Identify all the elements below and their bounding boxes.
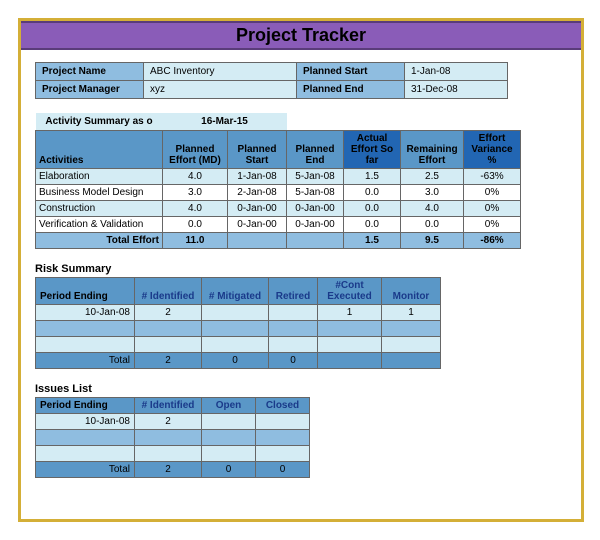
risk-row [36,321,441,337]
project-manager-value: xyz [144,81,297,99]
content-area: Project Name ABC Inventory Planned Start… [21,50,581,490]
tracker-document: Project Tracker Project Name ABC Invento… [18,18,584,522]
title-bar: Project Tracker [21,21,581,50]
project-info-table: Project Name ABC Inventory Planned Start… [35,62,508,99]
activity-asof-date: 16-Mar-15 [163,113,287,131]
col-cont-executed: #Cont Executed [318,278,382,305]
project-name-value: ABC Inventory [144,63,297,81]
risk-row [36,337,441,353]
col-variance: Effort Variance % [464,131,521,169]
activity-summary-label: Activity Summary as o [36,113,163,131]
col-identified: # Identified [135,278,202,305]
planned-end-label: Planned End [297,81,405,99]
planned-start-value: 1-Jan-08 [405,63,508,81]
risk-row: 10-Jan-08 2 1 1 [36,305,441,321]
page-title: Project Tracker [21,25,581,46]
activity-row: Business Model Design 3.0 2-Jan-08 5-Jan… [36,185,521,201]
col-planned-start: Planned Start [228,131,287,169]
col-identified: # Identified [135,398,202,414]
project-manager-label: Project Manager [36,81,144,99]
planned-start-label: Planned Start [297,63,405,81]
col-remaining: Remaining Effort [401,131,464,169]
col-planned-effort: Planned Effort (MD) [163,131,228,169]
col-actual-effort: Actual Effort So far [344,131,401,169]
col-closed: Closed [256,398,310,414]
issues-row [36,430,310,446]
activity-row: Construction 4.0 0-Jan-00 0-Jan-00 0.0 4… [36,201,521,217]
issues-row: 10-Jan-08 2 [36,414,310,430]
issues-row [36,446,310,462]
activity-summary-table: Activity Summary as o 16-Mar-15 Activiti… [35,113,521,249]
risk-total-row: Total 2 0 0 [36,353,441,369]
risk-summary-table: Period Ending # Identified # Mitigated R… [35,277,441,369]
col-monitor: Monitor [382,278,441,305]
col-period: Period Ending [36,278,135,305]
issues-total-row: Total 2 0 0 [36,462,310,478]
issues-list-table: Period Ending # Identified Open Closed 1… [35,397,310,478]
activity-row: Verification & Validation 0.0 0-Jan-00 0… [36,217,521,233]
issues-list-label: Issues List [35,383,567,395]
col-mitigated: # Mitigated [202,278,269,305]
col-open: Open [202,398,256,414]
activity-row: Elaboration 4.0 1-Jan-08 5-Jan-08 1.5 2.… [36,169,521,185]
planned-end-value: 31-Dec-08 [405,81,508,99]
col-retired: Retired [269,278,318,305]
col-activities: Activities [36,131,163,169]
project-name-label: Project Name [36,63,144,81]
col-period: Period Ending [36,398,135,414]
activity-total-row: Total Effort 11.0 1.5 9.5 -86% [36,233,521,249]
col-planned-end: Planned End [287,131,344,169]
risk-summary-label: Risk Summary [35,263,567,275]
